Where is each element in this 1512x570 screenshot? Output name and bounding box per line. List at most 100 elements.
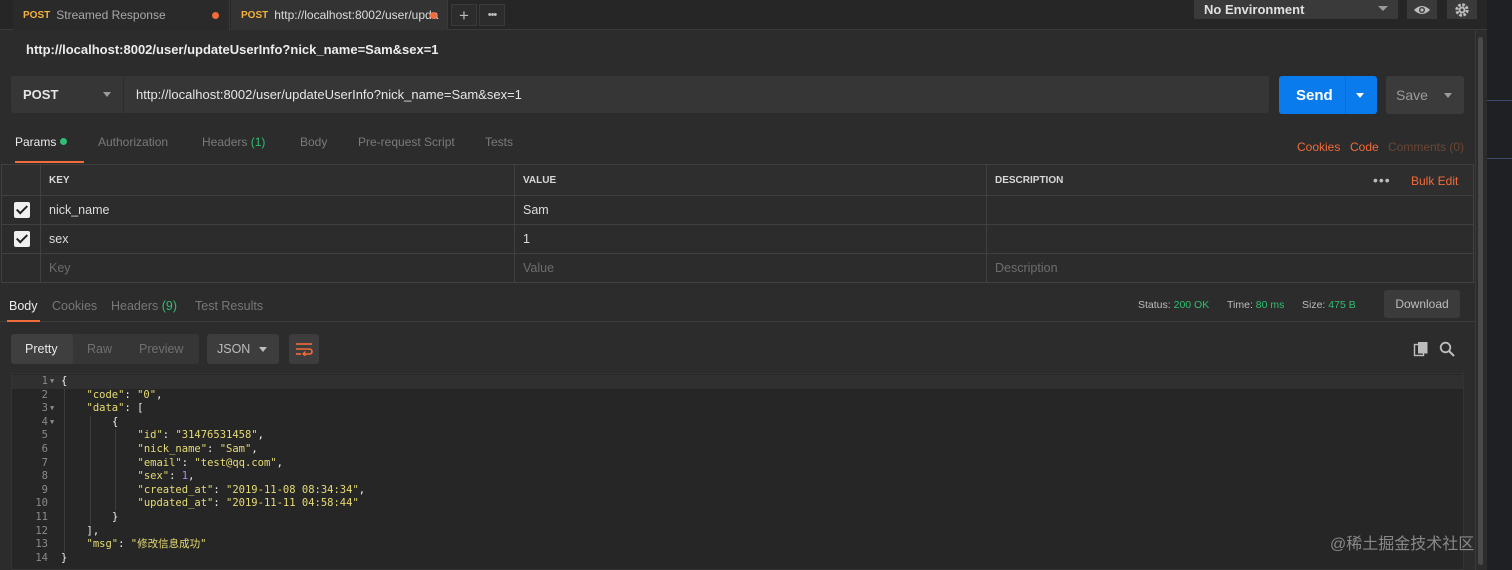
fold-toggle-icon[interactable]: ▼	[50, 402, 54, 416]
code-text: "id": "31476531458",	[138, 429, 264, 443]
more-dots-icon: •••	[487, 8, 498, 21]
column-options-dots-icon[interactable]: •••	[1373, 172, 1391, 188]
indent-guide	[89, 470, 91, 484]
save-button[interactable]: Save	[1386, 76, 1464, 114]
line-number: 12	[35, 524, 48, 537]
param-description-cell[interactable]	[987, 196, 1474, 224]
response-size: Size: 475 B	[1302, 299, 1356, 311]
code-line: 13 "msg": "修改信息成功"	[12, 538, 1463, 552]
preview-view-button[interactable]: Preview	[139, 334, 183, 364]
cookies-link[interactable]: Cookies	[1297, 140, 1340, 154]
code-token-key: "email"	[137, 456, 182, 469]
table-row: nick_name Sam	[1, 196, 1474, 225]
indent-guide	[64, 443, 65, 457]
chevron-down-icon	[103, 92, 111, 97]
size-value[interactable]: 475 B	[1328, 299, 1355, 311]
indent-guide	[115, 429, 116, 443]
download-button[interactable]: Download	[1384, 290, 1460, 318]
code-token-punc: ],	[86, 524, 100, 537]
param-value-cell[interactable]: Sam	[515, 196, 987, 224]
row-enabled-checkbox[interactable]	[14, 231, 30, 247]
code-token-punc: :	[181, 456, 195, 469]
indent-guide	[89, 483, 91, 498]
param-value-cell[interactable]: 1	[515, 225, 987, 253]
code-token-punc: }	[112, 511, 119, 523]
line-number: 9	[41, 483, 48, 496]
tab-params[interactable]: Params	[15, 135, 84, 163]
code-token-punc: :	[162, 429, 176, 442]
new-key-input[interactable]: Key	[41, 254, 515, 282]
copy-icon[interactable]	[1413, 341, 1429, 357]
new-description-input[interactable]: Description	[987, 254, 1474, 282]
pretty-view-button[interactable]: Pretty	[11, 334, 73, 364]
comments-link[interactable]: Comments (0)	[1388, 140, 1464, 154]
response-format-label: JSON	[217, 342, 251, 356]
send-options-chevron-icon[interactable]	[1356, 93, 1364, 98]
code-token-punc: :	[118, 538, 131, 551]
code-line: 4 ▼ {	[12, 415, 1463, 430]
code-link[interactable]: Code	[1350, 140, 1379, 154]
param-key-cell[interactable]: sex	[41, 225, 515, 253]
indent-guide	[89, 511, 91, 525]
code-token-key: "id"	[137, 429, 163, 442]
param-key-cell[interactable]: nick_name	[41, 196, 515, 224]
search-icon[interactable]	[1439, 341, 1455, 357]
environment-select[interactable]: No Environment	[1194, 0, 1398, 19]
save-label: Save	[1396, 87, 1428, 103]
response-tab-cookies[interactable]: Cookies	[52, 299, 97, 313]
new-tab-button[interactable]: +	[451, 4, 477, 26]
code-line: 5 "id": "31476531458",	[12, 429, 1463, 443]
send-button[interactable]: Send	[1279, 76, 1377, 114]
gear-icon	[1455, 2, 1469, 17]
tab-authorization[interactable]: Authorization	[98, 135, 168, 161]
code-token-punc: ,	[156, 388, 163, 401]
raw-view-button[interactable]: Raw	[87, 334, 112, 364]
indent-guide	[115, 483, 116, 498]
response-body-editor[interactable]: 1 ▼{2 "code": "0", 3 ▼ "data": [4 ▼{5 "id": "31…	[11, 373, 1464, 570]
row-enabled-checkbox[interactable]	[14, 202, 30, 218]
code-line: 8 "sex": 1,	[12, 470, 1463, 484]
line-number: 14	[35, 551, 48, 564]
response-tab-test-results[interactable]: Test Results	[195, 299, 263, 313]
size-label: Size:	[1302, 299, 1326, 311]
code-text: "nick_name": "Sam",	[138, 443, 258, 457]
tab-tests[interactable]: Tests	[485, 135, 513, 161]
indent-guide	[64, 497, 65, 511]
query-params-table: KEY VALUE DESCRIPTION ••• Bulk Edit nick…	[1, 164, 1474, 284]
tab-pre-request-script[interactable]: Pre-request Script	[358, 135, 455, 161]
chevron-down-icon	[1378, 6, 1388, 11]
vertical-scrollbar-thumb[interactable]	[1478, 37, 1483, 565]
wrap-lines-button[interactable]	[289, 334, 319, 364]
fold-toggle-icon[interactable]: ▼	[50, 416, 54, 430]
table-row: sex 1	[1, 225, 1474, 254]
tab-body[interactable]: Body	[300, 135, 327, 161]
environment-quick-look-button[interactable]	[1407, 0, 1437, 19]
plus-icon: +	[459, 5, 469, 25]
time-value[interactable]: 80 ms	[1256, 299, 1285, 311]
tab-headers[interactable]: Headers (1)	[202, 135, 265, 161]
tab-more-button[interactable]: •••	[479, 4, 505, 26]
indent-guide	[89, 456, 91, 471]
response-format-select[interactable]: JSON	[207, 334, 279, 364]
response-tab-body[interactable]: Body	[7, 299, 39, 322]
status-value[interactable]: 200 OK	[1174, 299, 1210, 311]
eye-icon	[1414, 5, 1430, 14]
code-line: 6 "nick_name": "Sam",	[12, 443, 1463, 457]
indent-guide	[64, 524, 65, 539]
response-tab-headers[interactable]: Headers (9)	[111, 299, 177, 313]
tab-update-user-info[interactable]: POST http://localhost:8002/user/upda	[231, 0, 448, 30]
chevron-down-icon	[259, 347, 267, 352]
manage-environments-button[interactable]	[1447, 0, 1477, 19]
new-value-input[interactable]: Value	[515, 254, 987, 282]
header-checkbox-cell	[1, 165, 41, 195]
request-url-input[interactable]: http://localhost:8002/user/updateUserInf…	[123, 76, 1269, 113]
time-label: Time:	[1227, 299, 1253, 311]
indent-guide	[64, 483, 65, 498]
http-method-select[interactable]: POST	[11, 76, 123, 113]
bulk-edit-link[interactable]: Bulk Edit	[1411, 174, 1458, 188]
fold-toggle-icon[interactable]: ▼	[50, 375, 54, 389]
tab-streamed-response[interactable]: POST Streamed Response	[13, 0, 230, 30]
param-description-cell[interactable]	[987, 225, 1474, 253]
save-options-chevron-icon[interactable]	[1444, 93, 1452, 98]
code-token-punc: :	[169, 470, 182, 483]
